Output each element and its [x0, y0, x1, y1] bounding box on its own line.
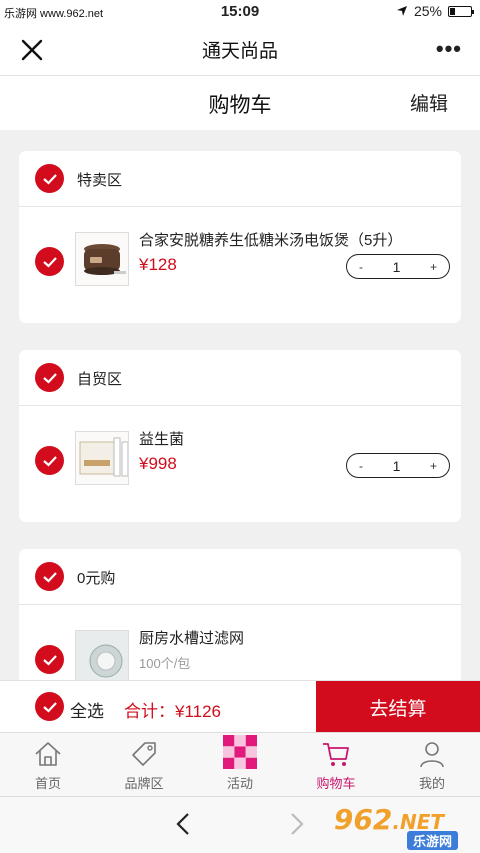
product-image-rice-cooker[interactable] — [75, 232, 129, 286]
section-check-icon[interactable] — [35, 363, 64, 392]
cart-item[interactable]: 厨房水槽过滤网 100个/包 — [19, 605, 461, 689]
edit-button[interactable]: 编辑 — [410, 89, 448, 116]
product-image-sink-filter[interactable] — [75, 630, 129, 684]
page-header: 购物车 编辑 — [0, 76, 480, 130]
page-title: 购物车 — [208, 94, 272, 117]
cart-section-free-trade: 自贸区 益生菌 ¥998 - 1 + — [19, 350, 461, 522]
section-header: 自贸区 — [19, 350, 461, 406]
product-image-probiotic[interactable] — [75, 431, 129, 485]
app-title: 通天尚品 — [201, 41, 278, 62]
item-check-icon[interactable] — [35, 645, 64, 674]
title-bar: 通天尚品 ••• — [0, 24, 480, 76]
quantity-value[interactable]: 1 — [393, 458, 401, 474]
section-check-icon[interactable] — [35, 562, 64, 591]
user-icon — [420, 742, 444, 768]
item-name: 益生菌 — [139, 431, 185, 448]
tab-label: 首页 — [34, 776, 61, 791]
back-icon[interactable] — [172, 811, 196, 837]
item-check-icon[interactable] — [35, 247, 64, 276]
tab-bar: 首页 品牌区 活动 购物车 我的 — [0, 732, 480, 796]
section-label: 0元购 — [77, 570, 116, 587]
forward-icon[interactable] — [284, 811, 308, 837]
item-price: ¥998 — [139, 454, 177, 473]
tag-icon — [132, 742, 156, 766]
cart-section-sale: 特卖区 合家安脱糖养生低糖米汤电饭煲（5升） ¥128 - 1 + — [19, 151, 461, 323]
cart-icon — [323, 743, 349, 766]
increment-button[interactable]: + — [430, 260, 437, 274]
tab-label: 我的 — [418, 776, 445, 791]
watermark-logo: 962.NET 乐游网 — [334, 801, 472, 851]
checkout-button[interactable]: 去结算 — [316, 681, 480, 733]
cart-item[interactable]: 合家安脱糖养生低糖米汤电饭煲（5升） ¥128 - 1 + — [19, 207, 461, 323]
section-label: 特卖区 — [77, 172, 123, 189]
quantity-stepper: - 1 + — [346, 453, 450, 478]
watermark-text: 乐游网 — [406, 831, 458, 850]
browser-nav-bar: 962.NET 乐游网 — [0, 796, 480, 853]
tab-activity[interactable]: 活动 — [192, 733, 288, 796]
tab-cart[interactable]: 购物车 — [288, 733, 384, 796]
select-all-label[interactable]: 全选 — [70, 697, 104, 722]
section-header: 0元购 — [19, 549, 461, 605]
home-icon — [35, 742, 61, 766]
quantity-value[interactable]: 1 — [393, 259, 401, 275]
location-arrow-icon — [396, 6, 407, 16]
select-all-check-icon[interactable] — [35, 692, 64, 721]
section-header: 特卖区 — [19, 151, 461, 207]
item-name: 厨房水槽过滤网 — [139, 630, 245, 647]
item-check-icon[interactable] — [35, 446, 64, 475]
tab-brands[interactable]: 品牌区 — [96, 733, 192, 796]
tab-label: 购物车 — [316, 776, 356, 791]
item-spec: 100个/包 — [139, 656, 191, 671]
decrement-button[interactable]: - — [359, 459, 363, 473]
status-right: 25% — [396, 3, 474, 19]
quantity-stepper: - 1 + — [346, 254, 450, 279]
section-check-icon[interactable] — [35, 164, 64, 193]
status-bar: 乐游网 www.962.net 15:09 25% — [0, 0, 480, 24]
more-icon[interactable]: ••• — [436, 38, 462, 60]
increment-button[interactable]: + — [430, 459, 437, 473]
cart-section-zero-yuan: 0元购 厨房水槽过滤网 100个/包 — [19, 549, 461, 689]
tab-label: 品牌区 — [124, 776, 164, 791]
decrement-button[interactable]: - — [359, 260, 363, 274]
activity-icon — [223, 735, 257, 769]
section-label: 自贸区 — [77, 371, 123, 388]
item-name: 合家安脱糖养生低糖米汤电饭煲（5升） — [139, 232, 403, 249]
checkout-bar: 全选 合计：¥1126 去结算 — [0, 680, 480, 733]
total-amount: 合计：¥1126 — [124, 702, 222, 721]
cart-item[interactable]: 益生菌 ¥998 - 1 + — [19, 406, 461, 522]
battery-icon — [448, 5, 474, 17]
tab-mine[interactable]: 我的 — [384, 733, 480, 796]
tab-home[interactable]: 首页 — [0, 733, 96, 796]
battery-percent: 25% — [413, 3, 442, 19]
tab-label: 活动 — [226, 776, 253, 791]
item-price: ¥128 — [139, 255, 177, 274]
